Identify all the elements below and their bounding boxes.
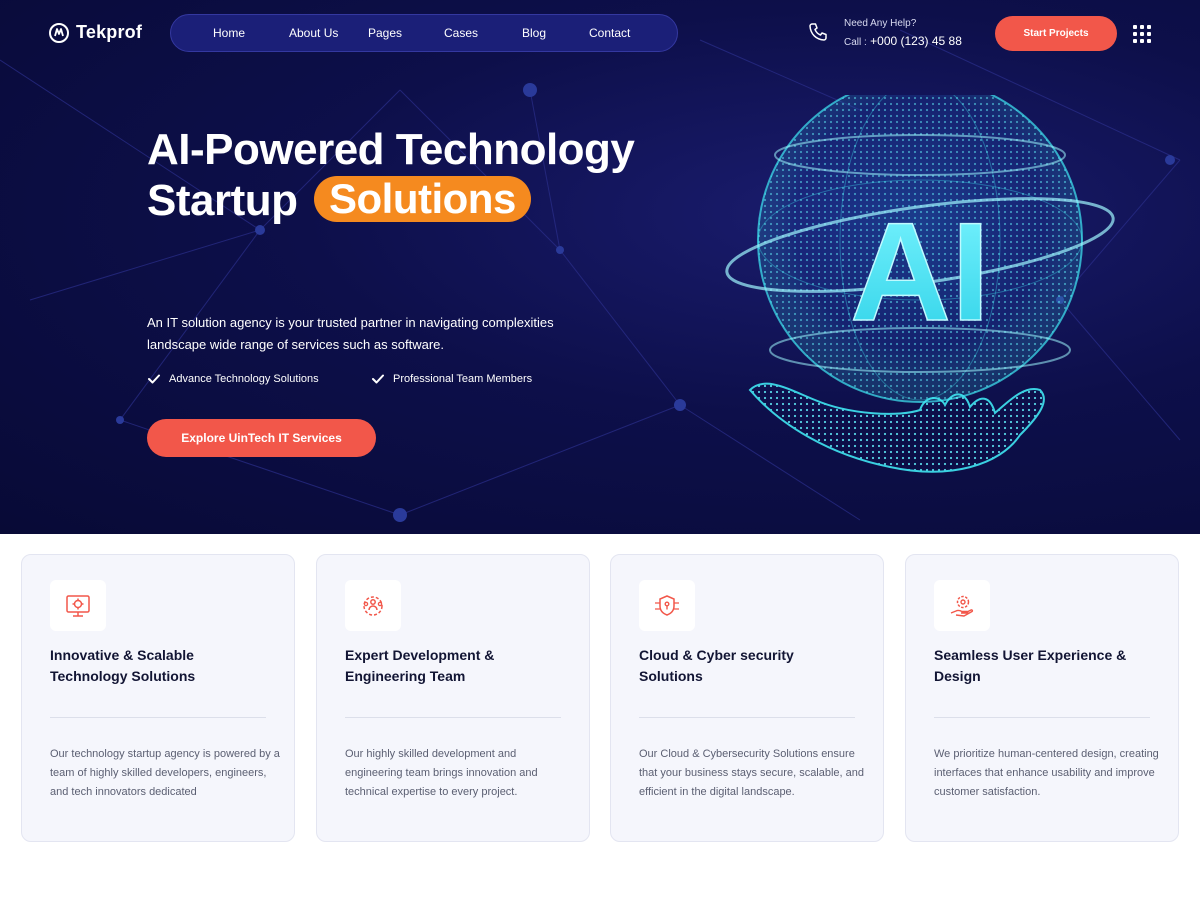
check-item: Professional Team Members bbox=[371, 372, 532, 386]
nav-contact[interactable]: Contact bbox=[589, 26, 630, 40]
nav-blog[interactable]: Blog bbox=[522, 26, 546, 40]
start-projects-button[interactable]: Start Projects bbox=[995, 16, 1117, 51]
nav-home[interactable]: Home bbox=[213, 26, 245, 40]
ai-label: AI bbox=[850, 193, 990, 350]
card-icon-box bbox=[50, 580, 106, 631]
logo-mark-icon bbox=[49, 22, 69, 43]
team-gear-icon bbox=[363, 595, 383, 616]
nav-about-us[interactable]: About Us bbox=[289, 26, 338, 40]
card-divider bbox=[934, 717, 1150, 718]
help-title: Need Any Help? bbox=[844, 18, 917, 29]
card-text: Our highly skilled development and engin… bbox=[345, 748, 538, 798]
nav-cases[interactable]: Cases bbox=[444, 26, 478, 40]
checkmark-icon bbox=[148, 374, 160, 384]
card-text: Our technology startup agency is powered… bbox=[50, 748, 280, 798]
card-divider bbox=[50, 717, 266, 718]
card-title: Cloud & Cyber security Solutions bbox=[639, 647, 794, 684]
card-title: Innovative & Scalable Technology Solutio… bbox=[50, 647, 196, 684]
main-nav: Home About Us Pages Cases Blog Contact bbox=[170, 14, 678, 52]
shield-network-icon bbox=[655, 594, 679, 616]
hero-title-line2: Startup bbox=[147, 176, 298, 225]
feature-card[interactable]: Expert Development & Engineering Team Ou… bbox=[316, 554, 590, 842]
nav-pages[interactable]: Pages bbox=[368, 26, 402, 40]
hero-title-highlight: Solutions bbox=[314, 176, 531, 222]
card-icon-box bbox=[345, 580, 401, 631]
hero-section: Tekprof Home About Us Pages Cases Blog C… bbox=[0, 0, 1200, 534]
phone-icon bbox=[809, 23, 827, 41]
check-label: Advance Technology Solutions bbox=[169, 373, 319, 385]
card-icon-box bbox=[639, 580, 695, 631]
hero-description: An IT solution agency is your trusted pa… bbox=[147, 315, 554, 352]
hand-gear-icon bbox=[950, 595, 974, 617]
card-title: Expert Development & Engineering Team bbox=[345, 647, 495, 684]
logo[interactable]: Tekprof bbox=[49, 22, 142, 43]
phone-number[interactable]: +000 (123) 45 88 bbox=[870, 34, 962, 48]
check-item: Advance Technology Solutions bbox=[147, 372, 319, 386]
card-text: We prioritize human-centered design, cre… bbox=[934, 748, 1159, 798]
check-label: Professional Team Members bbox=[393, 373, 533, 385]
card-divider bbox=[639, 717, 855, 718]
card-title: Seamless User Experience & Design bbox=[934, 647, 1127, 684]
ai-globe-hand-illustration: AI bbox=[725, 95, 1115, 473]
grid-menu-icon[interactable] bbox=[1133, 25, 1151, 43]
card-text: Our Cloud & Cybersecurity Solutions ensu… bbox=[639, 748, 865, 798]
card-divider bbox=[345, 717, 561, 718]
feature-card[interactable]: Cloud & Cyber security Solutions Our Clo… bbox=[610, 554, 884, 842]
call-label: Call : bbox=[844, 37, 867, 48]
logo-text: Tekprof bbox=[76, 22, 143, 42]
feature-card[interactable]: Seamless User Experience & Design We pri… bbox=[905, 554, 1179, 842]
card-icon-box bbox=[934, 580, 990, 631]
help-phone[interactable]: Call : +000 (123) 45 88 bbox=[844, 34, 962, 48]
monitor-gear-icon bbox=[66, 594, 90, 617]
feature-card[interactable]: Innovative & Scalable Technology Solutio… bbox=[21, 554, 295, 842]
hero-title-line1: AI-Powered Technology bbox=[147, 125, 635, 174]
checkmark-icon bbox=[372, 374, 384, 384]
explore-services-button[interactable]: Explore UinTech IT Services bbox=[147, 419, 376, 457]
